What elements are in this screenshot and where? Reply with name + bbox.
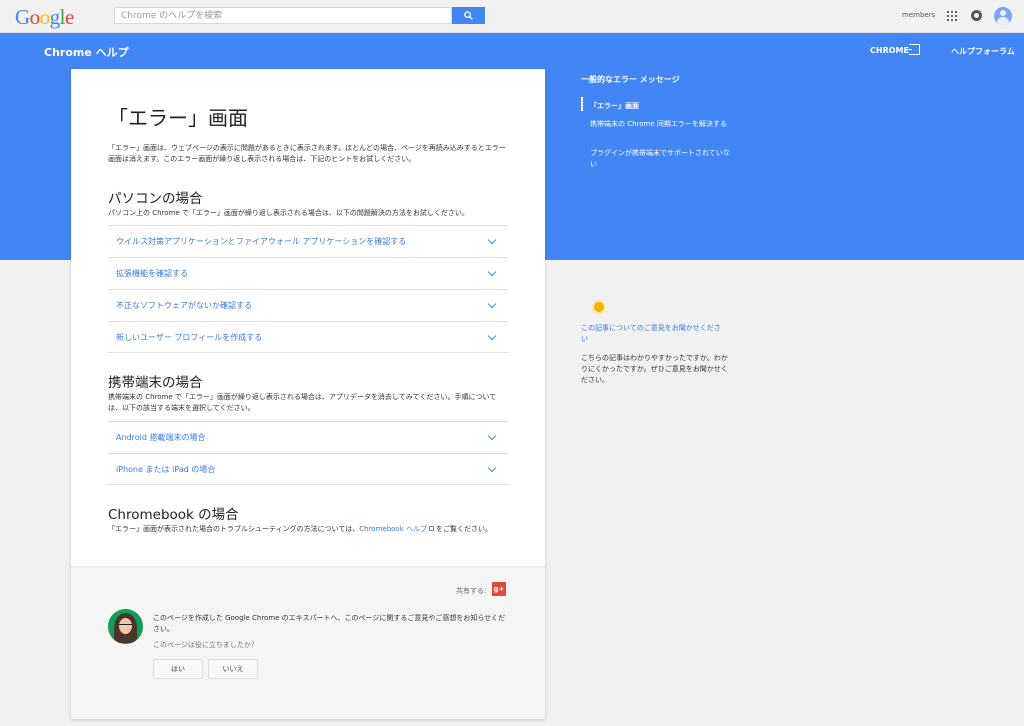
apps-grid-icon[interactable]	[947, 11, 957, 21]
yes-button[interactable]: はい	[153, 659, 203, 679]
chevron-down-icon	[487, 463, 497, 473]
chromebook-help-link[interactable]: Chromebook ヘルプ	[359, 525, 427, 533]
toc-active-indicator	[581, 97, 583, 111]
accordion-label: 不正なソフトウェアがないか確認する	[116, 301, 252, 310]
toc-item-plugin-unsupported[interactable]: プラグインが携帯端末でサポートされていない	[590, 148, 735, 170]
top-bar: Google Chrome のヘルプを検索 members	[0, 0, 1024, 33]
pc-description: パソコン上の Chrome で「エラー」画面が繰り返し表示される場合は、以下の問…	[108, 209, 469, 217]
toc-item-error-page[interactable]: 「エラー」画面	[590, 101, 735, 112]
accordion-item[interactable]: Android 搭載端末の場合	[108, 421, 508, 453]
lightbulb-icon	[594, 302, 604, 312]
feedback-heading-link[interactable]: この記事についてのご意見をお聞かせください	[581, 323, 726, 345]
mobile-description: 携帯端末の Chrome で「エラー」画面が繰り返し表示される場合は、アプリデー…	[108, 393, 497, 412]
accordion-label: Android 搭載端末の場合	[116, 433, 206, 442]
feedback-section: 共有する: g+ このページを作成した Google Chrome のエキスパー…	[71, 566, 545, 719]
toc-title: 一般的なエラー メッセージ	[581, 75, 680, 84]
account-avatar[interactable]	[994, 7, 1012, 25]
external-link-icon	[428, 526, 434, 531]
intro-text: 「エラー」画面は、ウェブページの表示に問題があるときに表示されます。ほとんどの場…	[108, 144, 506, 163]
accordion-label: 新しいユーザー プロフィールを作成する	[116, 333, 263, 342]
pc-heading: パソコンの場合	[108, 191, 203, 207]
product-title[interactable]: Chrome ヘルプ	[44, 44, 129, 60]
accordion-item[interactable]: iPhone または iPad の場合	[108, 453, 508, 485]
accordion-item[interactable]: 不正なソフトウェアがないか確認する	[108, 289, 508, 321]
expert-feedback-question: このページは役に立ちましたか？	[153, 641, 258, 649]
expert-avatar	[108, 609, 143, 644]
notifications-icon[interactable]	[971, 10, 982, 21]
google-plus-share-button[interactable]: g+	[492, 582, 506, 596]
help-forum-link[interactable]: ヘルプフォーラム	[951, 46, 1015, 57]
accordion-item[interactable]: 新しいユーザー プロフィールを作成する	[108, 321, 508, 353]
search-icon	[464, 11, 473, 20]
page-title: 「エラー」画面	[108, 106, 248, 130]
chromebook-desc-after: をご覧ください。	[435, 525, 492, 533]
search-input[interactable]: Chrome のヘルプを検索	[114, 7, 452, 24]
mobile-heading: 携帯端末の場合	[108, 375, 203, 391]
feedback-body-text: こちらの記事はわかりやすかったですか。わかりにくかったですか。ぜひご意見をお聞か…	[581, 354, 728, 384]
accordion-item[interactable]: ウイルス対策アプリケーションとファイアウォール アプリケーションを確認する	[108, 225, 508, 257]
share-label: 共有する:	[456, 587, 487, 595]
accordion-label: iPhone または iPad の場合	[116, 465, 216, 474]
article-card: 「エラー」画面 「エラー」画面は、ウェブページの表示に問題があるときに表示されま…	[71, 69, 545, 719]
chrome-link[interactable]: CHROME	[870, 46, 909, 55]
chevron-down-icon	[487, 299, 497, 309]
search-button[interactable]	[452, 7, 485, 24]
google-logo[interactable]: Google	[15, 5, 74, 30]
chevron-down-icon	[487, 431, 497, 441]
exit-to-app-icon[interactable]	[905, 44, 920, 55]
no-button[interactable]: いいえ	[208, 659, 258, 679]
chevron-down-icon	[487, 331, 497, 341]
chevron-down-icon	[487, 235, 497, 245]
chromebook-desc-before: 「エラー」画面が表示された場合のトラブルシューティングの方法については、	[108, 525, 360, 533]
members-label: members	[902, 11, 936, 19]
chevron-down-icon	[487, 267, 497, 277]
toc-item-sync-error[interactable]: 携帯端末の Chrome 同期エラーを解決する	[590, 119, 735, 130]
chromebook-description: 「エラー」画面が表示された場合のトラブルシューティングの方法については、Chro…	[108, 524, 508, 535]
accordion-label: ウイルス対策アプリケーションとファイアウォール アプリケーションを確認する	[116, 237, 407, 246]
accordion-label: 拡張機能を確認する	[116, 269, 188, 278]
expert-feedback-text: このページを作成した Google Chrome のエキスパートへ、このページに…	[153, 614, 506, 633]
chromebook-heading: Chromebook の場合	[108, 507, 239, 523]
accordion-item[interactable]: 拡張機能を確認する	[108, 257, 508, 289]
